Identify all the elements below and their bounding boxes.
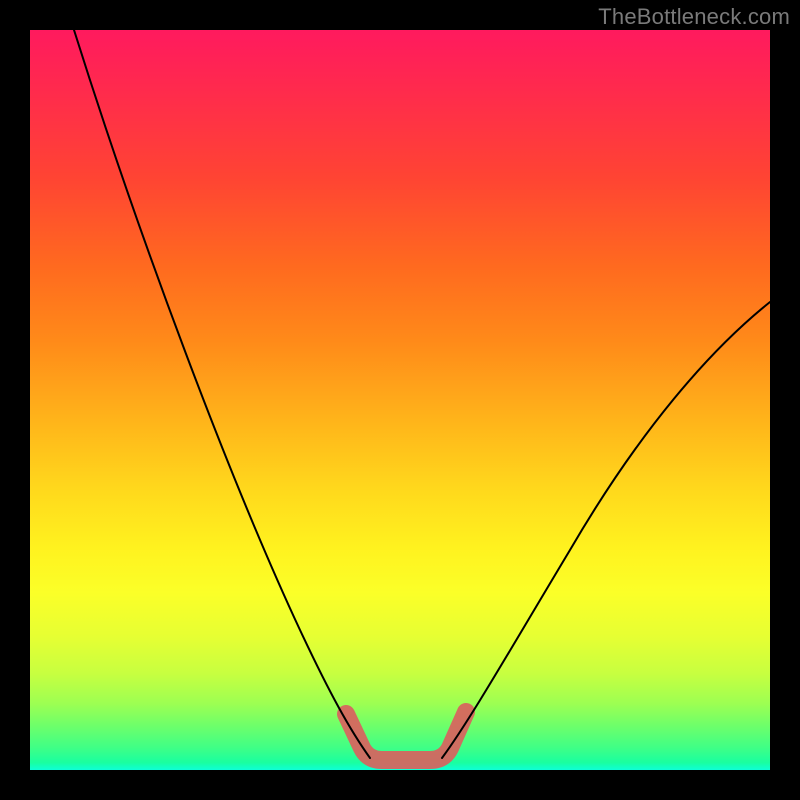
watermark-text: TheBottleneck.com	[598, 4, 790, 30]
left-branch-curve	[74, 30, 370, 758]
chart-frame: TheBottleneck.com	[0, 0, 800, 800]
bottom-highlight	[346, 712, 466, 760]
curve-layer	[30, 30, 770, 770]
plot-area	[30, 30, 770, 770]
right-branch-curve	[442, 302, 770, 758]
